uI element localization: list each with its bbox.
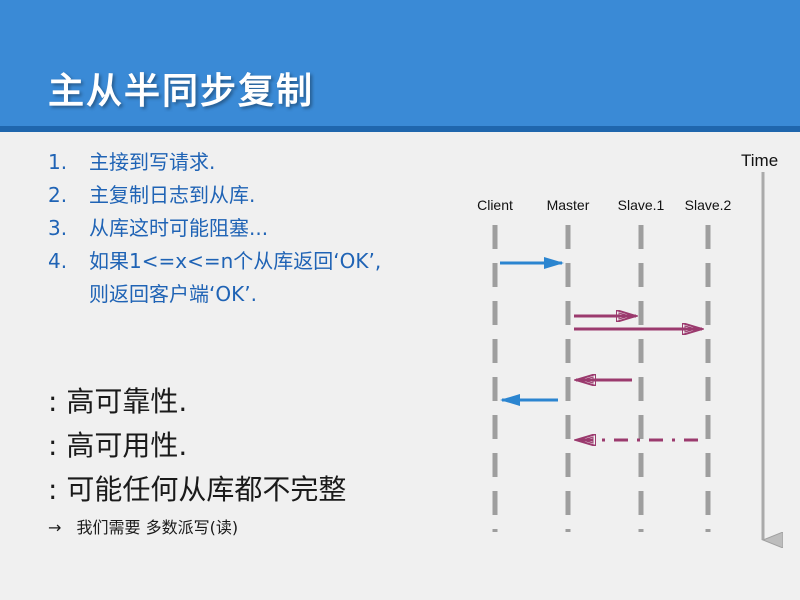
sequence-diagram: Time Client Master Slave.1 Slave.2: [477, 151, 800, 600]
actor-label-slave1: Slave.1: [618, 197, 665, 213]
time-axis-label: Time: [741, 151, 778, 170]
actor-label-slave2: Slave.2: [685, 197, 732, 213]
actor-label-client: Client: [477, 197, 513, 213]
actor-label-master: Master: [547, 197, 590, 213]
